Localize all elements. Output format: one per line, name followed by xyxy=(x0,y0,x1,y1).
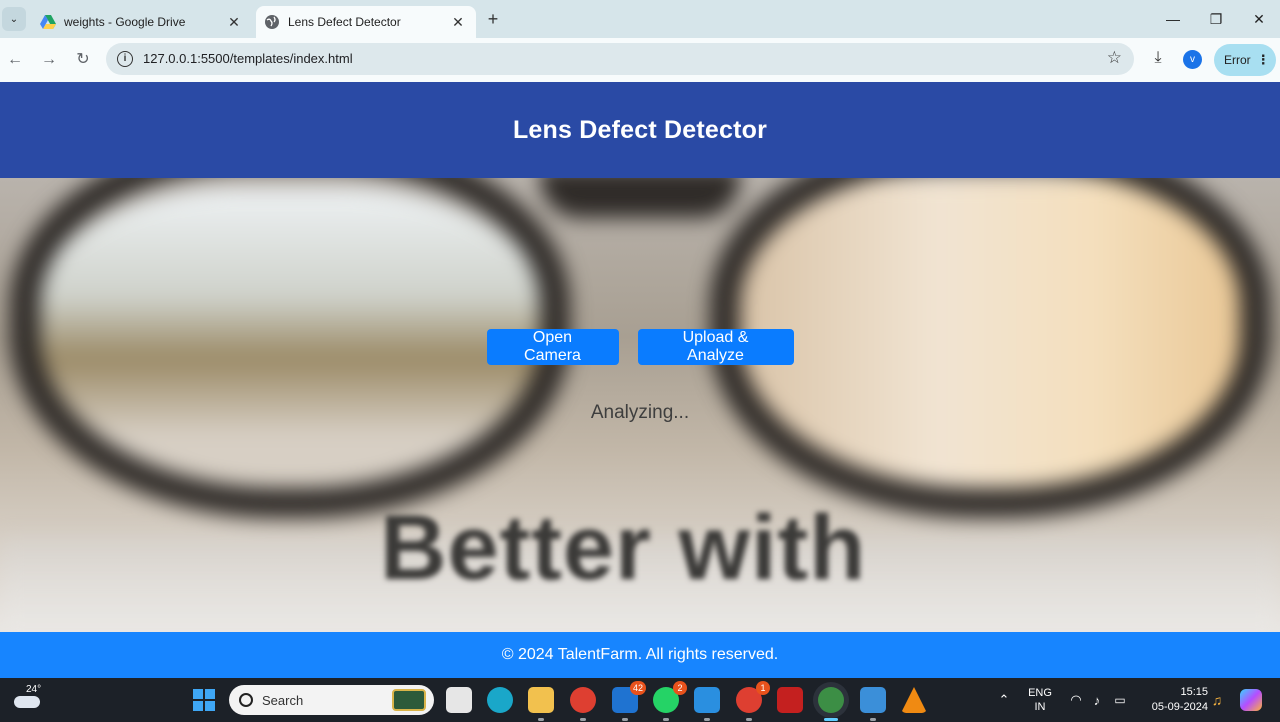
taskbar-search[interactable]: Search xyxy=(229,685,434,715)
close-icon[interactable]: ✕ xyxy=(448,12,468,32)
search-label: Search xyxy=(262,692,304,708)
wifi-icon[interactable]: ◠ xyxy=(1066,678,1086,722)
upload-analyze-button[interactable]: Upload & Analyze xyxy=(637,329,794,365)
tab-google-drive[interactable]: weights - Google Drive ✕ xyxy=(32,6,252,38)
browser-tab-strip: ⌄ weights - Google Drive ✕ Lens Defect D… xyxy=(0,0,1280,38)
page-header: Lens Defect Detector xyxy=(0,82,1280,178)
file-explorer-icon[interactable] xyxy=(528,687,554,721)
info-icon[interactable]: i xyxy=(117,51,133,67)
browser-toolbar: ← → ↻ i 127.0.0.1:5500/templates/index.h… xyxy=(0,38,1280,82)
cloud-icon xyxy=(14,696,40,708)
close-window-button[interactable]: ✕ xyxy=(1239,8,1279,30)
page-title: Lens Defect Detector xyxy=(512,115,768,144)
tab-title: Lens Defect Detector xyxy=(288,15,401,29)
new-tab-button[interactable]: + xyxy=(482,8,504,30)
analysis-status: Analyzing... xyxy=(590,402,690,423)
region-code: IN xyxy=(1034,701,1046,713)
whatsapp-icon[interactable]: 2 xyxy=(653,681,687,721)
vscode-icon[interactable] xyxy=(694,687,720,721)
volume-icon[interactable]: ♪ xyxy=(1088,678,1106,722)
address-bar[interactable]: i 127.0.0.1:5500/templates/index.html ☆ xyxy=(106,43,1134,75)
restore-button[interactable]: ❐ xyxy=(1196,8,1236,30)
tray-overflow-icon[interactable]: ⌃ xyxy=(996,678,1012,722)
copilot-icon[interactable] xyxy=(1238,678,1264,722)
page-footer: © 2024 TalentFarm. All rights reserved. xyxy=(0,632,1280,678)
avatar[interactable]: v xyxy=(1183,50,1202,69)
globe-icon xyxy=(265,15,279,29)
chrome-active-icon[interactable] xyxy=(818,687,844,721)
more-vert-icon: ⋮ xyxy=(1256,52,1270,67)
weather-temp: 24° xyxy=(26,684,42,695)
copyright-text: © 2024 TalentFarm. All rights reserved. xyxy=(501,646,779,663)
mail-icon[interactable]: 42 xyxy=(612,681,646,721)
whatsapp-badge: 2 xyxy=(673,681,687,695)
start-button[interactable] xyxy=(193,689,215,711)
minimize-button[interactable]: — xyxy=(1153,8,1193,30)
hero-watermark-text: Better with xyxy=(380,497,867,599)
chrome-profile-badge: 1 xyxy=(756,681,770,695)
google-drive-icon xyxy=(40,15,56,29)
reload-button[interactable]: ↻ xyxy=(72,49,94,71)
language-code: ENG xyxy=(1028,687,1052,699)
tab-lens-defect-detector[interactable]: Lens Defect Detector ✕ xyxy=(256,6,476,38)
clock-time: 15:15 xyxy=(1180,686,1208,698)
action-buttons: Open Camera Upload & Analyze xyxy=(0,329,1280,365)
clock-date: 05-09-2024 xyxy=(1151,701,1208,713)
mail-badge: 42 xyxy=(629,681,646,695)
search-highlight-icon xyxy=(392,689,426,711)
error-label: Error xyxy=(1224,53,1251,67)
chevron-down-icon: ⌄ xyxy=(9,13,19,25)
hero-section: Better with Open Camera Upload & Analyze… xyxy=(0,178,1280,632)
photos-icon[interactable] xyxy=(860,687,886,721)
battery-icon[interactable]: ▭ xyxy=(1110,678,1130,722)
star-icon[interactable]: ☆ xyxy=(1107,48,1122,68)
weather-widget[interactable]: 24° xyxy=(12,684,44,716)
open-camera-button[interactable]: Open Camera xyxy=(486,329,619,365)
edge-icon[interactable] xyxy=(487,687,513,713)
pdf-reader-icon[interactable] xyxy=(777,687,803,713)
back-button[interactable]: ← xyxy=(4,49,26,71)
error-menu-button[interactable]: Error ⋮ xyxy=(1214,44,1276,76)
close-icon[interactable]: ✕ xyxy=(224,12,244,32)
language-indicator[interactable]: ENG IN xyxy=(1024,678,1056,722)
url-text: 127.0.0.1:5500/templates/index.html xyxy=(143,51,353,66)
search-icon xyxy=(239,693,253,707)
chrome-icon[interactable] xyxy=(570,687,596,721)
task-view-icon[interactable] xyxy=(446,687,472,713)
download-icon[interactable]: ⤓ xyxy=(1148,49,1168,71)
tab-title: weights - Google Drive xyxy=(64,15,186,29)
clock[interactable]: 15:15 05-09-2024 xyxy=(1138,678,1208,722)
tab-search-button[interactable]: ⌄ xyxy=(2,7,26,31)
windows-taskbar: 24° Search 42 2 1 ⌃ ENG IN ◠ ♪ ▭ 15:15 0… xyxy=(0,678,1280,722)
forward-button[interactable]: → xyxy=(38,49,60,71)
vlc-icon[interactable] xyxy=(901,687,927,713)
chrome-profile-icon[interactable]: 1 xyxy=(736,681,770,721)
notification-bell-icon[interactable]: ♫ xyxy=(1208,678,1226,722)
